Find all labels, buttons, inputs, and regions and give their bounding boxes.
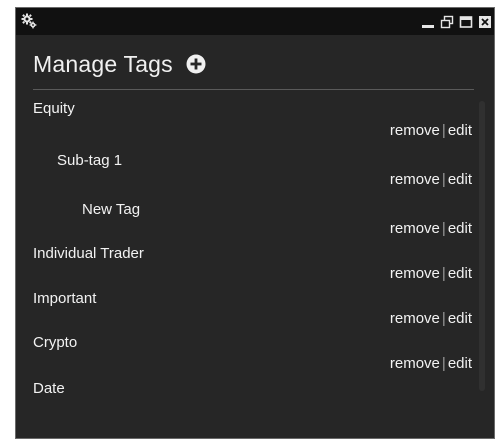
action-separator: | (441, 220, 446, 237)
tag-name: Important (33, 290, 97, 307)
tag-name: Crypto (33, 334, 78, 351)
action-separator: | (441, 171, 446, 188)
remove-link[interactable]: remove (390, 122, 440, 139)
title-bar[interactable] (16, 8, 494, 35)
edit-link[interactable]: edit (448, 122, 472, 139)
tag-name: Individual Trader (33, 245, 144, 262)
remove-link[interactable]: remove (390, 220, 440, 237)
tag-list: Equity remove | edit Sub-tag 1 remove | edit… (16, 90, 494, 438)
window-controls (418, 14, 494, 30)
action-separator: | (441, 122, 446, 139)
action-separator: | (441, 355, 446, 372)
maximize-icon[interactable] (457, 14, 475, 30)
tag-name: Equity (33, 100, 75, 117)
edit-link[interactable]: edit (448, 310, 472, 327)
edit-link[interactable]: edit (448, 220, 472, 237)
minimize-icon[interactable] (419, 14, 437, 30)
manage-tags-window: Manage Tags Equity remove | edit Sub-tag 1… (15, 7, 495, 439)
tag-actions: remove | edit (390, 170, 472, 190)
tag-name: Date (33, 380, 65, 397)
remove-link[interactable]: remove (390, 171, 440, 188)
page-title: Manage Tags (33, 51, 173, 77)
tag-name: Sub-tag 1 (57, 152, 123, 169)
tag-name: New Tag (82, 201, 141, 218)
tag-actions: remove | edit (390, 264, 472, 284)
manage-tags-header: Manage Tags (33, 49, 206, 79)
edit-link[interactable]: edit (448, 355, 472, 372)
scrollbar[interactable] (479, 101, 485, 391)
edit-link[interactable]: edit (448, 171, 472, 188)
close-icon[interactable] (476, 14, 494, 30)
remove-link[interactable]: remove (390, 310, 440, 327)
gears-icon[interactable] (20, 12, 38, 30)
tag-actions: remove | edit (390, 309, 472, 329)
scrollbar-thumb[interactable] (479, 101, 485, 391)
tag-actions: remove | edit (390, 121, 472, 141)
restore-icon[interactable] (438, 14, 456, 30)
action-separator: | (441, 310, 446, 327)
edit-link[interactable]: edit (448, 265, 472, 282)
action-separator: | (441, 265, 446, 282)
add-tag-button[interactable] (186, 54, 206, 74)
remove-link[interactable]: remove (390, 265, 440, 282)
tag-actions: remove | edit (390, 219, 472, 239)
plus-circle-icon (186, 54, 206, 74)
tag-actions: remove | edit (390, 354, 472, 374)
remove-link[interactable]: remove (390, 355, 440, 372)
